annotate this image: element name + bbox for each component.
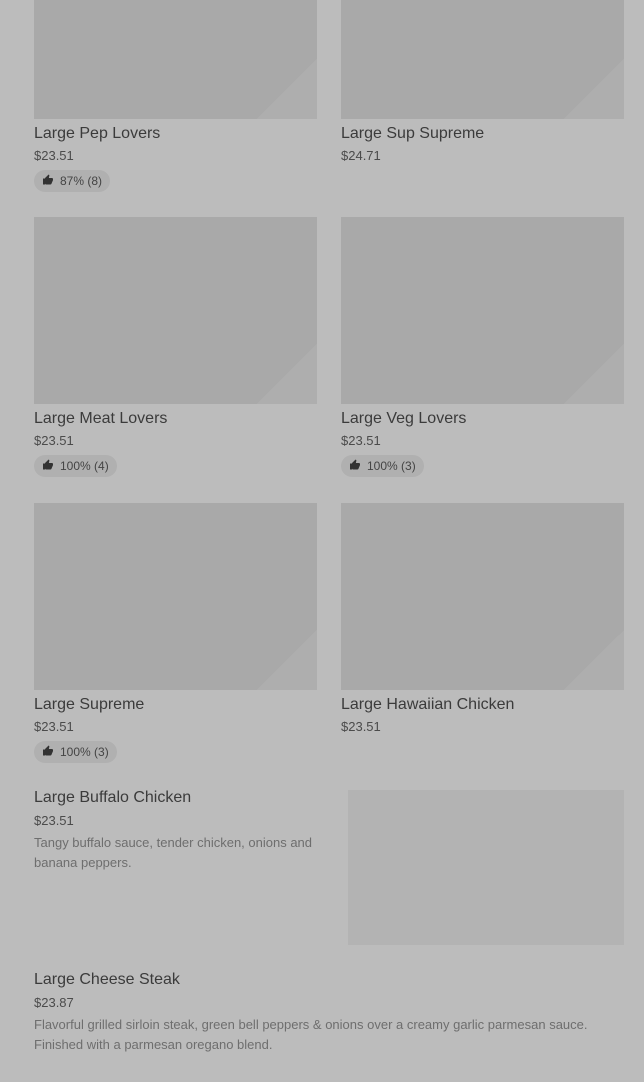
item-name: Large Cheese Steak	[34, 971, 180, 988]
thumbs-up-icon	[42, 745, 54, 760]
menu-item-card[interactable]: Large Hawaiian Chicken $23.51	[341, 503, 624, 737]
item-price: $23.87	[34, 995, 74, 1010]
menu-list-item[interactable]: Large Cheese Steak $23.87 Flavorful gril…	[34, 969, 624, 1055]
thumbs-up-icon	[42, 174, 54, 189]
rating-text: 100% (4)	[60, 459, 109, 473]
thumbs-up-icon	[42, 459, 54, 474]
rating-text: 87% (8)	[60, 174, 103, 188]
menu-item-card[interactable]: Large Veg Lovers $23.51 100% (3)	[341, 217, 624, 477]
item-price: $23.51	[34, 148, 74, 163]
item-image[interactable]	[341, 217, 624, 404]
rating-text: 100% (3)	[60, 745, 109, 759]
item-description: Flavorful grilled sirloin steak, green b…	[34, 1017, 588, 1052]
item-price: $23.51	[341, 719, 381, 734]
rating-badge: 87% (8)	[34, 170, 111, 192]
menu-item-card[interactable]: Large Meat Lovers $23.51 100% (4)	[34, 217, 317, 477]
menu-item-card[interactable]: Large Supreme $23.51 100% (3)	[34, 503, 317, 763]
item-image[interactable]	[348, 790, 624, 945]
rating-badge: 100% (4)	[34, 455, 117, 477]
item-price: $23.51	[34, 813, 74, 828]
item-name: Large Veg Lovers	[341, 410, 467, 427]
thumbs-up-icon	[349, 459, 361, 474]
rating-badge: 100% (3)	[341, 455, 424, 477]
item-name: Large Hawaiian Chicken	[341, 696, 515, 713]
item-description: Tangy buffalo sauce, tender chicken, oni…	[34, 835, 313, 870]
item-image[interactable]	[34, 0, 317, 119]
item-price: $23.51	[34, 719, 74, 734]
item-price: $23.51	[341, 433, 381, 448]
item-price: $24.71	[341, 148, 381, 163]
menu-list-item[interactable]: Large Buffalo Chicken $23.51 Tangy buffa…	[34, 787, 324, 873]
rating-text: 100% (3)	[367, 459, 416, 473]
item-name: Large Buffalo Chicken	[34, 789, 192, 806]
item-name: Large Pep Lovers	[34, 125, 161, 142]
menu-item-card[interactable]: Large Sup Supreme $24.71	[341, 0, 624, 166]
item-name: Large Supreme	[34, 696, 145, 713]
item-name: Large Sup Supreme	[341, 125, 485, 142]
item-image[interactable]	[341, 503, 624, 690]
menu-item-card[interactable]: Large Pep Lovers $23.51 87% (8)	[34, 0, 317, 192]
item-image[interactable]	[34, 503, 317, 690]
rating-badge: 100% (3)	[34, 741, 117, 763]
item-image[interactable]	[341, 0, 624, 119]
item-name: Large Meat Lovers	[34, 410, 168, 427]
item-price: $23.51	[34, 433, 74, 448]
item-image[interactable]	[34, 217, 317, 404]
